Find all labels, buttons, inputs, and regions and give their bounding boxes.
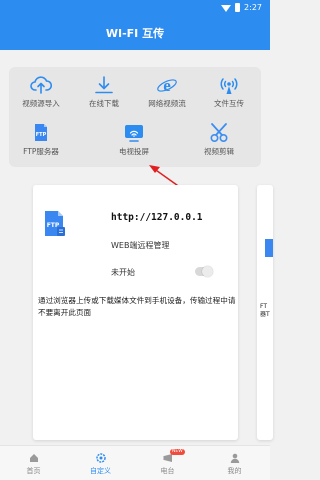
ftp-file-icon: FTP [45, 211, 65, 236]
server-status: 未开始 [111, 268, 135, 277]
bottom-nav: 首页 自定义 NEW 电台 我的 [0, 445, 270, 480]
ftp-file-icon: FTP [35, 124, 47, 141]
status-bar: 2:27 [0, 0, 270, 16]
nav-home[interactable]: 首页 [0, 446, 67, 480]
status-icons: 2:27 [221, 3, 262, 12]
wifi-icon [221, 4, 232, 12]
custom-icon [95, 453, 106, 463]
tool-video-edit[interactable]: 视频剪辑 [189, 123, 249, 169]
tool-label: FTP服务器 [23, 147, 59, 156]
nav-label: 我的 [227, 467, 242, 475]
tool-ftp-server[interactable]: FTP FTP服务器 [11, 123, 71, 169]
tool-file-transfer[interactable]: 文件互传 [199, 75, 259, 121]
app-bar: WI-FI 互传 [0, 16, 270, 50]
nav-label: 首页 [26, 467, 41, 475]
file-transfer-icon [220, 78, 238, 94]
ftp-server-card: FTP http://127.0.0.1 WEB端远程管理 未开始 通过浏览器上… [33, 185, 238, 440]
svg-text:FTP: FTP [36, 132, 47, 138]
toggle-knob [202, 266, 213, 277]
new-badge: NEW [170, 449, 185, 455]
nav-profile[interactable]: 我的 [201, 446, 268, 480]
tool-label: 网络视频流 [148, 99, 186, 108]
tool-label: 视频源导入 [22, 99, 60, 108]
cloud-upload-icon [30, 76, 52, 94]
profile-icon [230, 453, 239, 463]
server-url: http://127.0.0.1 [111, 212, 203, 223]
nav-label: 自定义 [90, 467, 111, 475]
peek-line: FT [260, 303, 268, 310]
tool-network-stream[interactable]: e 网络视频流 [137, 75, 197, 121]
nav-label: 电台 [160, 467, 175, 475]
tool-online-download[interactable]: 在线下载 [74, 75, 134, 121]
home-icon [29, 454, 38, 462]
tool-video-import[interactable]: 视频源导入 [11, 75, 71, 121]
scissors-icon [210, 123, 228, 143]
server-toggle[interactable] [195, 266, 213, 277]
web-remote-subtitle: WEB端远程管理 [111, 241, 170, 250]
peek-text: FT 器T [260, 303, 270, 319]
battery-icon [235, 3, 241, 12]
tool-label: 视频剪辑 [204, 147, 234, 156]
tool-label: 电视投屏 [119, 147, 149, 156]
tool-label: 文件互传 [214, 99, 244, 108]
browser-icon: e [157, 76, 177, 95]
status-time: 2:27 [244, 3, 262, 12]
peek-line: 器T [260, 311, 270, 318]
download-icon [95, 76, 113, 94]
app-title: WI-FI 互传 [105, 27, 165, 40]
tool-tv-cast[interactable]: 电视投屏 [104, 123, 164, 169]
svg-text:e: e [163, 76, 171, 95]
next-card-peek[interactable]: FT 器T [257, 185, 273, 440]
file-icon [265, 239, 273, 257]
tools-panel: 视频源导入 在线下载 e 网络视频流 文件互传 FTP FTP服务器 电视投屏 … [9, 67, 261, 167]
nav-radio[interactable]: NEW 电台 [134, 446, 201, 480]
server-description: 通过浏览器上传或下载媒体文件到手机设备，传输过程中请不要离开此页面 [38, 296, 236, 317]
nav-custom[interactable]: 自定义 [67, 446, 134, 480]
tv-cast-icon [125, 125, 143, 142]
tool-label: 在线下载 [89, 99, 119, 108]
